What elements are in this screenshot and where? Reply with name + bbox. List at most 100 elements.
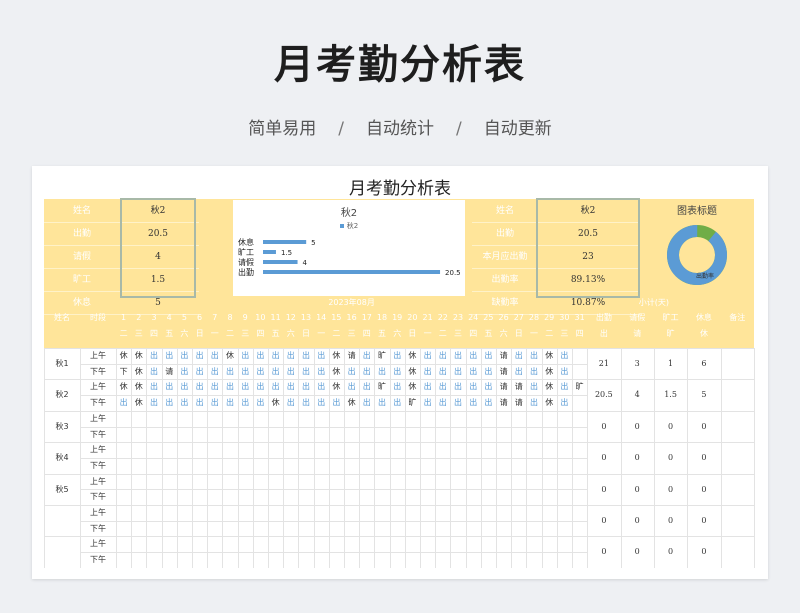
attendance-cell[interactable]: 出	[146, 364, 161, 380]
attendance-cell[interactable]: 出	[557, 395, 572, 411]
attendance-cell[interactable]: 出	[253, 395, 268, 411]
attendance-cell[interactable]: 出	[283, 348, 298, 364]
attendance-cell[interactable]: 出	[526, 395, 541, 411]
attendance-cell[interactable]: 出	[177, 348, 192, 364]
attendance-cell[interactable]: 出	[526, 379, 541, 395]
attendance-cell[interactable]: 旷	[405, 395, 420, 411]
attendance-cell[interactable]: 出	[557, 348, 572, 364]
attendance-cell[interactable]: 休	[116, 379, 131, 395]
attendance-cell[interactable]: 出	[146, 395, 161, 411]
attendance-cell[interactable]: 休	[542, 395, 557, 411]
attendance-cell[interactable]: 出	[192, 364, 207, 380]
attendance-cell[interactable]: 下	[116, 364, 131, 380]
attendance-cell[interactable]: 出	[238, 379, 253, 395]
attendance-cell[interactable]: 出	[192, 379, 207, 395]
attendance-cell[interactable]: 出	[207, 348, 222, 364]
attendance-cell[interactable]: 出	[390, 379, 405, 395]
attendance-cell[interactable]: 休	[329, 379, 344, 395]
attendance-cell[interactable]: 出	[283, 364, 298, 380]
attendance-cell[interactable]: 出	[511, 348, 526, 364]
attendance-cell[interactable]: 出	[390, 348, 405, 364]
attendance-cell[interactable]: 出	[557, 379, 572, 395]
attendance-cell[interactable]: 出	[450, 379, 465, 395]
attendance-cell[interactable]: 出	[390, 364, 405, 380]
attendance-cell[interactable]: 出	[374, 395, 389, 411]
attendance-cell[interactable]: 出	[435, 395, 450, 411]
attendance-cell[interactable]: 出	[253, 348, 268, 364]
attendance-cell[interactable]: 出	[177, 364, 192, 380]
attendance-cell[interactable]: 休	[405, 364, 420, 380]
attendance-cell[interactable]: 旷	[374, 348, 389, 364]
attendance-cell[interactable]: 出	[450, 348, 465, 364]
attendance-cell[interactable]: 出	[268, 379, 283, 395]
attendance-cell[interactable]: 出	[329, 395, 344, 411]
attendance-cell[interactable]: 出	[481, 364, 496, 380]
attendance-cell[interactable]: 出	[466, 395, 481, 411]
attendance-cell[interactable]: 出	[481, 348, 496, 364]
attendance-cell[interactable]: 休	[131, 364, 146, 380]
attendance-cell[interactable]: 出	[238, 395, 253, 411]
attendance-cell[interactable]: 旷	[374, 379, 389, 395]
attendance-cell[interactable]: 出	[298, 379, 313, 395]
attendance-cell[interactable]: 出	[420, 395, 435, 411]
attendance-cell[interactable]: 出	[314, 395, 329, 411]
attendance-cell[interactable]: 休	[268, 395, 283, 411]
attendance-cell[interactable]: 请	[511, 379, 526, 395]
attendance-cell[interactable]: 出	[466, 348, 481, 364]
attendance-cell[interactable]: 出	[466, 379, 481, 395]
attendance-cell[interactable]: 出	[238, 364, 253, 380]
attendance-cell[interactable]: 休	[116, 348, 131, 364]
attendance-cell[interactable]: 出	[359, 364, 374, 380]
attendance-cell[interactable]: 出	[390, 395, 405, 411]
attendance-cell[interactable]: 出	[435, 348, 450, 364]
attendance-cell[interactable]: 休	[405, 379, 420, 395]
attendance-cell[interactable]: 出	[466, 364, 481, 380]
attendance-cell[interactable]: 出	[314, 379, 329, 395]
attendance-cell[interactable]: 出	[238, 348, 253, 364]
attendance-cell[interactable]: 出	[450, 364, 465, 380]
attendance-cell[interactable]: 出	[481, 395, 496, 411]
attendance-cell[interactable]: 出	[222, 379, 237, 395]
attendance-cell[interactable]: 出	[435, 379, 450, 395]
attendance-cell[interactable]: 出	[192, 348, 207, 364]
attendance-cell[interactable]: 休	[329, 348, 344, 364]
attendance-cell[interactable]: 休	[344, 395, 359, 411]
attendance-cell[interactable]: 出	[526, 348, 541, 364]
attendance-cell[interactable]: 休	[542, 348, 557, 364]
attendance-cell[interactable]: 出	[177, 379, 192, 395]
attendance-cell[interactable]: 出	[222, 395, 237, 411]
attendance-cell[interactable]: 休	[131, 348, 146, 364]
attendance-cell[interactable]: 出	[146, 379, 161, 395]
attendance-cell[interactable]: 休	[405, 348, 420, 364]
attendance-cell[interactable]: 出	[298, 364, 313, 380]
attendance-cell[interactable]: 出	[146, 348, 161, 364]
attendance-cell[interactable]: 请	[511, 395, 526, 411]
attendance-cell[interactable]: 出	[283, 379, 298, 395]
attendance-cell[interactable]: 出	[177, 395, 192, 411]
attendance-cell[interactable]: 请	[496, 379, 511, 395]
attendance-cell[interactable]: 出	[253, 379, 268, 395]
attendance-cell[interactable]: 出	[207, 364, 222, 380]
attendance-cell[interactable]: 出	[162, 379, 177, 395]
attendance-cell[interactable]: 请	[162, 364, 177, 380]
attendance-cell[interactable]: 出	[511, 364, 526, 380]
attendance-cell[interactable]: 出	[435, 364, 450, 380]
attendance-cell[interactable]: 休	[542, 364, 557, 380]
attendance-cell[interactable]: 休	[131, 395, 146, 411]
attendance-cell[interactable]: 出	[557, 364, 572, 380]
attendance-cell[interactable]: 出	[207, 379, 222, 395]
attendance-cell[interactable]: 出	[207, 395, 222, 411]
attendance-cell[interactable]: 出	[162, 348, 177, 364]
attendance-cell[interactable]: 出	[192, 395, 207, 411]
attendance-cell[interactable]: 休	[222, 348, 237, 364]
attendance-cell[interactable]: 出	[481, 379, 496, 395]
attendance-cell[interactable]: 出	[359, 379, 374, 395]
attendance-cell[interactable]: 出	[526, 364, 541, 380]
attendance-cell[interactable]: 出	[253, 364, 268, 380]
attendance-cell[interactable]: 出	[298, 395, 313, 411]
attendance-cell[interactable]: 旷	[572, 379, 587, 395]
attendance-cell[interactable]: 出	[374, 364, 389, 380]
attendance-cell[interactable]: 出	[314, 364, 329, 380]
attendance-cell[interactable]: 出	[344, 379, 359, 395]
attendance-cell[interactable]: 休	[329, 364, 344, 380]
